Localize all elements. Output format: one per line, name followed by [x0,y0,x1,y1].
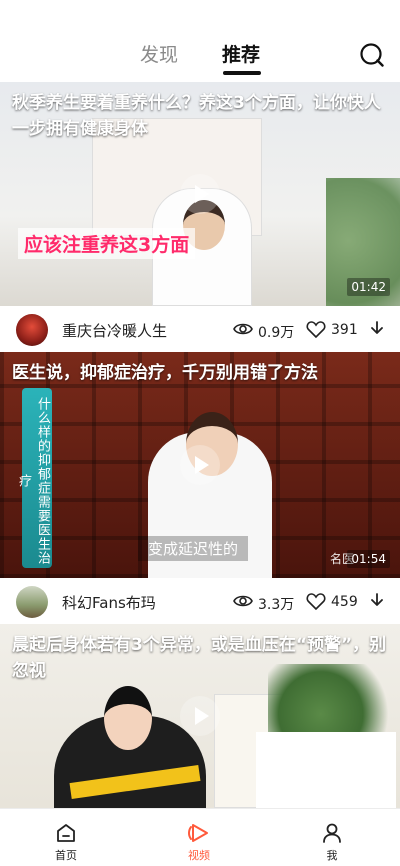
video-overlay-text: 什么样的抑郁症需要医生治疗 [16,388,52,568]
video-duration: 01:54 [347,550,390,568]
eye-icon [233,323,253,335]
video-overlay-text: 应该注重养这3方面 [18,228,196,259]
video-title: 医生说，抑郁症治疗，千万别用错了方法 [12,363,318,383]
video-card-2[interactable]: 什么样的抑郁症需要医生治疗 医生说，抑郁症治疗，千万别用错了方法 变成延迟性的 … [0,352,400,578]
share-down-icon[interactable] [366,318,388,340]
tab-recommend[interactable]: 推荐 [222,40,260,67]
like-count: 391 [331,322,358,338]
author-name[interactable]: 重庆台冷暖人生 [62,320,167,341]
like-count: 459 [331,594,358,610]
nav-home-label: 首页 [55,849,77,862]
video-meta-row: 科幻Fans布玛 3.3万 459 [0,578,400,624]
video-meta-row: 重庆台冷暖人生 0.9万 391 [0,306,400,352]
video-title: 晨起后身体若有3个异常，或是血压在“预警”，别忽视 [12,635,387,681]
view-count: 3.3万 [258,597,295,613]
avatar[interactable] [16,586,48,618]
top-tab-bar: 发现 推荐 [0,0,400,82]
video-play-icon [188,824,208,842]
video-card-1[interactable]: 应该注重养这3方面 秋季养生要着重养什么？养这3个方面，让你快人一步拥有健康身体… [0,82,400,306]
nav-home[interactable]: 首页 [26,809,106,866]
avatar[interactable] [16,314,48,346]
inset-photo [256,732,396,808]
search-icon[interactable] [359,42,385,68]
heart-icon[interactable] [305,318,327,340]
video-caption: 变成延迟性的 [138,536,249,561]
play-icon[interactable] [180,696,220,736]
video-duration: 01:42 [347,278,390,296]
nav-me[interactable]: 我 [292,809,372,866]
author-name[interactable]: 科幻Fans布玛 [62,592,156,613]
tab-active-indicator [223,71,261,75]
tab-discover[interactable]: 发现 [140,40,178,67]
video-card-3[interactable]: 晨起后身体若有3个异常，或是血压在“预警”，别忽视 [0,624,400,808]
heart-icon[interactable] [305,590,327,612]
nav-me-label: 我 [326,849,338,862]
eye-icon [233,595,253,607]
presenter-head [104,686,152,750]
play-icon[interactable] [180,445,220,485]
play-icon[interactable] [180,174,220,214]
nav-video-label: 视频 [188,849,210,862]
view-count: 0.9万 [258,325,295,341]
nav-video[interactable]: 视频 [159,809,239,866]
video-title: 秋季养生要着重养什么？养这3个方面，让你快人一步拥有健康身体 [12,93,381,139]
bottom-navigation: 首页 视频 我 [0,808,400,866]
share-down-icon[interactable] [366,590,388,612]
user-icon [323,823,341,843]
home-icon [57,824,75,842]
